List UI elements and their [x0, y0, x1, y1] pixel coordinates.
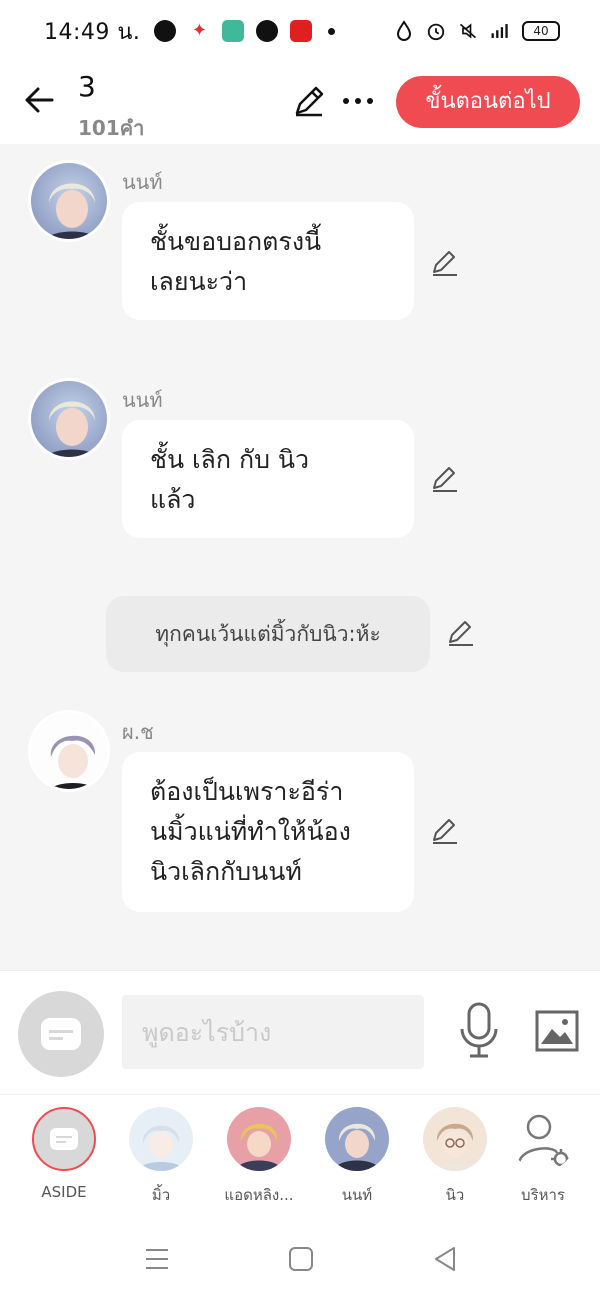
- speaker-name: นนท์: [122, 388, 163, 412]
- avatar-non[interactable]: [28, 160, 110, 242]
- status-time: 14:49 น.: [44, 19, 141, 45]
- pinterest-icon: [256, 20, 279, 42]
- message-line: นิวเลิกกับนนท์: [150, 857, 302, 886]
- header: 3 101คำ ขั้นตอนต่อไป: [0, 62, 600, 144]
- message-list[interactable]: นนท์ ชั้นขอบอกตรงนี้ เลยนะว่า นนท์ ชั้น …: [0, 144, 600, 970]
- manage-icon: [511, 1107, 575, 1171]
- character-label: ASIDE: [41, 1183, 87, 1201]
- aside-avatar: [32, 1107, 96, 1171]
- signal-4g-icon: [491, 24, 508, 38]
- message-bubble[interactable]: ต้องเป็นเพราะอีร่า นมิ้วแน่ที่ทำให้น้อง …: [122, 752, 414, 912]
- more-options-icon[interactable]: [340, 84, 376, 118]
- message-line: ชั้น เลิก กับ นิว: [150, 445, 310, 474]
- character-aside[interactable]: ASIDE: [14, 1107, 114, 1201]
- message-line: แล้ว: [150, 485, 196, 514]
- character-label: นิว: [445, 1186, 465, 1204]
- avatar-non[interactable]: [28, 378, 110, 460]
- system-icons: 40: [394, 20, 560, 42]
- notification-icons: ✦: [154, 20, 336, 42]
- edit-message-icon[interactable]: [430, 248, 460, 278]
- calculator-icon: [222, 20, 245, 42]
- microphone-icon[interactable]: [458, 1001, 500, 1061]
- character-avatar: [129, 1107, 193, 1171]
- edit-message-icon[interactable]: [430, 464, 460, 494]
- manage-characters-button[interactable]: บริหาร: [493, 1107, 593, 1207]
- facebook-icon: [154, 20, 177, 42]
- image-icon[interactable]: [534, 1009, 580, 1053]
- home-icon[interactable]: [286, 1244, 316, 1274]
- word-count: 101คำ: [78, 116, 145, 140]
- avatar-manager[interactable]: [28, 710, 110, 792]
- data-saver-icon: [396, 20, 412, 41]
- character-label: แอดหลิง...: [224, 1186, 294, 1204]
- app-c-icon: [290, 20, 313, 42]
- speaker-name: นนท์: [122, 170, 163, 194]
- edit-message-icon[interactable]: [430, 816, 460, 846]
- back-arrow-icon[interactable]: [20, 80, 60, 120]
- alarm-icon: [427, 23, 445, 41]
- character-admin[interactable]: แอดหลิง...: [209, 1107, 309, 1207]
- character-avatar: [325, 1107, 389, 1171]
- edit-pencil-icon[interactable]: [292, 84, 326, 118]
- input-bar: [0, 970, 600, 1094]
- message-line: นมิ้วแน่ที่ทำให้น้อง: [150, 817, 351, 846]
- message-input[interactable]: [122, 995, 424, 1069]
- message-line: ชั้นขอบอกตรงนี้: [150, 227, 322, 256]
- aside-toggle-button[interactable]: [18, 991, 104, 1077]
- character-label: มิ้ว: [151, 1186, 171, 1204]
- character-mew[interactable]: มิ้ว: [111, 1107, 211, 1207]
- back-icon[interactable]: [430, 1244, 460, 1274]
- character-label: บริหาร: [521, 1186, 565, 1204]
- menu-icon[interactable]: [142, 1244, 172, 1274]
- app-icon: ✦: [191, 20, 207, 41]
- character-bar: ASIDE มิ้ว แอดหลิง... นนท์ นิว บริหาร: [0, 1094, 600, 1220]
- aside-bubble[interactable]: ทุกคนเว้นแต่มิ้วกับนิว:ห้ะ: [106, 596, 430, 672]
- chat-bubble-icon: [41, 1018, 81, 1050]
- edit-message-icon[interactable]: [446, 618, 476, 648]
- status-bar: 14:49 น. ✦ 40: [0, 0, 600, 62]
- character-label: นนท์: [341, 1186, 373, 1204]
- character-avatar: [423, 1107, 487, 1171]
- character-new[interactable]: นิว: [405, 1107, 505, 1207]
- more-notifications-dot: [328, 27, 336, 35]
- next-step-button[interactable]: ขั้นตอนต่อไป: [396, 76, 580, 128]
- message-line: เลยนะว่า: [150, 267, 248, 296]
- message-line: ต้องเป็นเพราะอีร่า: [150, 777, 344, 806]
- character-avatar: [227, 1107, 291, 1171]
- character-non[interactable]: นนท์: [307, 1107, 407, 1207]
- chat-bubble-icon: [50, 1128, 78, 1150]
- battery-icon: 40: [522, 21, 560, 41]
- mute-icon: [459, 23, 477, 39]
- message-bubble[interactable]: ชั้นขอบอกตรงนี้ เลยนะว่า: [122, 202, 414, 320]
- system-nav-bar: [0, 1220, 600, 1300]
- message-bubble[interactable]: ชั้น เลิก กับ นิว แล้ว: [122, 420, 414, 538]
- speaker-name: ผ.ช: [122, 720, 154, 744]
- chapter-title: 3: [78, 70, 96, 103]
